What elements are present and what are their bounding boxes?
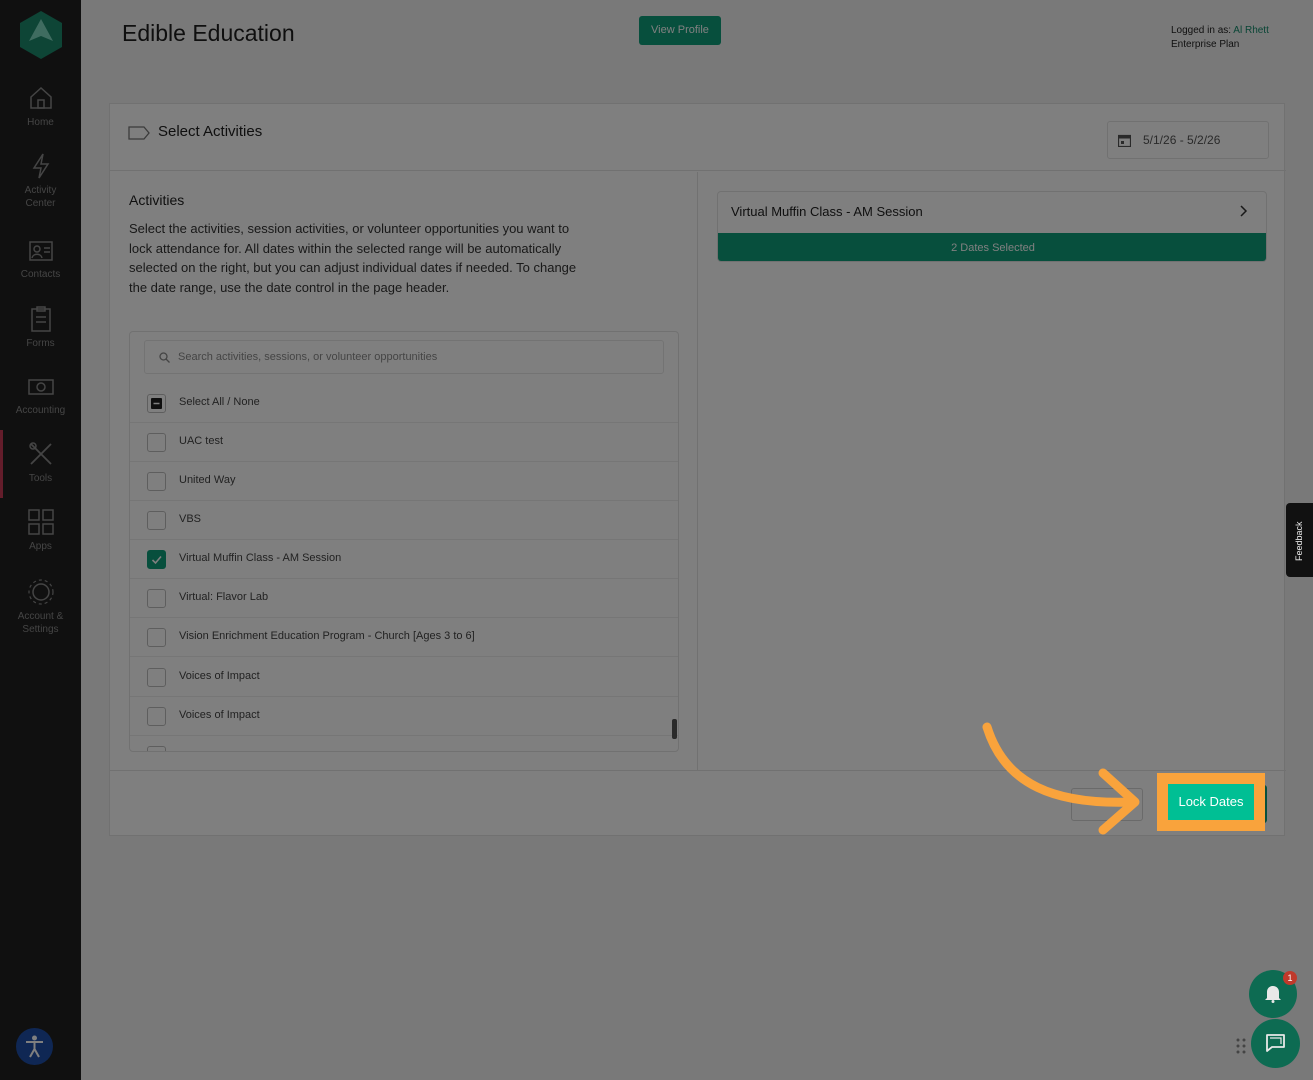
notification-badge: 1 [1283,971,1297,985]
feedback-label: Feedback [1294,521,1304,561]
chat-button[interactable] [1251,1019,1300,1068]
arrow-annotation-icon [982,722,1140,835]
feedback-tab[interactable]: Feedback [1286,503,1313,577]
dim-overlay [0,0,1313,1080]
chat-icon [1266,1034,1285,1052]
lock-dates-button[interactable]: Lock Dates [1168,784,1254,820]
drag-handle-icon[interactable] [1236,1038,1246,1054]
bell-icon [1265,986,1281,1003]
